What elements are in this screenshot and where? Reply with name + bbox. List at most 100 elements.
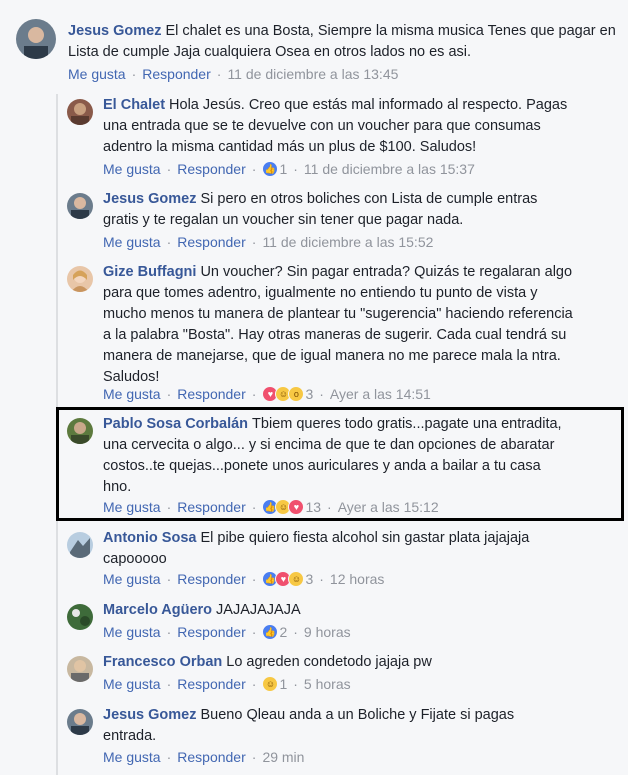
reply-button[interactable]: Responder <box>177 386 246 402</box>
reply-button[interactable]: Responder <box>177 749 246 765</box>
commenter-name[interactable]: Francesco Orban <box>103 654 222 670</box>
timestamp[interactable]: 11 de diciembre a las 15:37 <box>304 161 475 177</box>
avatar[interactable] <box>67 99 93 125</box>
reactions[interactable]: 👍 <box>262 161 279 177</box>
avatar[interactable] <box>67 709 93 735</box>
like-button[interactable]: Me gusta <box>103 499 161 515</box>
comment-text: Marcelo Agüero JAJAJAJAJA <box>103 600 563 621</box>
commenter-name[interactable]: Antonio Sosa <box>103 530 196 546</box>
separator: · <box>166 749 172 765</box>
separator: · <box>319 571 324 587</box>
reply-button[interactable]: Responder <box>177 676 246 692</box>
avatar[interactable] <box>67 193 93 219</box>
separator: · <box>319 386 324 402</box>
separator: · <box>251 571 257 587</box>
timestamp[interactable]: 11 de diciembre a las 15:52 <box>262 234 433 250</box>
reaction-count[interactable]: 3 <box>305 571 313 587</box>
comment-text: Pablo Sosa Corbalán Tbiem queres todo gra… <box>103 414 563 498</box>
reply-button[interactable]: Responder <box>142 66 211 82</box>
commenter-name[interactable]: Pablo Sosa Corbalán <box>103 416 248 432</box>
like-button[interactable]: Me gusta <box>103 386 161 402</box>
separator: · <box>251 234 257 250</box>
separator: · <box>327 499 332 515</box>
comment-body: Un voucher? Sin pagar entrada? Quizás te… <box>103 264 573 385</box>
reactions[interactable]: ☺ <box>262 676 279 692</box>
comment-text: El Chalet Hola Jesús. Creo que estás mal … <box>103 95 583 158</box>
timestamp[interactable]: 9 horas <box>304 624 351 640</box>
comment-body: Hola Jesús. Creo que estás mal informado… <box>103 97 568 155</box>
reaction-count[interactable]: 13 <box>305 499 321 515</box>
separator: · <box>251 499 257 515</box>
avatar[interactable] <box>67 418 93 444</box>
avatar[interactable] <box>67 656 93 682</box>
comment-actions: Me gusta · Responder · 👍 2 · 9 horas <box>103 624 351 640</box>
like-button[interactable]: Me gusta <box>103 624 161 640</box>
timestamp[interactable]: 12 horas <box>330 571 384 587</box>
comment-actions: Me gusta · Responder · 👍 1 · 11 de dicie… <box>103 161 475 177</box>
separator: · <box>131 66 137 82</box>
reply-button[interactable]: Responder <box>177 571 246 587</box>
separator: · <box>166 624 172 640</box>
separator: · <box>166 571 172 587</box>
comment-text: Jesus Gomez Si pero en otros boliches con… <box>103 189 558 231</box>
separator: · <box>293 161 298 177</box>
comment-actions: Me gusta · Responder · 29 min <box>103 749 304 765</box>
like-button[interactable]: Me gusta <box>103 161 161 177</box>
commenter-name[interactable]: Jesus Gomez <box>103 191 197 207</box>
timestamp[interactable]: 11 de diciembre a las 13:45 <box>227 66 398 82</box>
like-button[interactable]: Me gusta <box>103 676 161 692</box>
separator: · <box>251 161 257 177</box>
comment-actions: Me gusta · Responder · ☺ 1 · 5 horas <box>103 676 351 692</box>
haha-reaction-icon: ☺ <box>288 571 305 587</box>
commenter-name[interactable]: Marcelo Agüero <box>103 602 212 618</box>
reactions[interactable]: 👍 <box>262 624 279 640</box>
comment-body: Lo agreden condetodo jajaja pw <box>226 654 432 670</box>
avatar[interactable] <box>67 604 93 630</box>
separator: · <box>166 234 172 250</box>
timestamp[interactable]: 5 horas <box>304 676 351 692</box>
reactions[interactable]: 👍 ♥ ☺ <box>262 571 305 587</box>
avatar[interactable] <box>67 532 93 558</box>
like-button[interactable]: Me gusta <box>103 234 161 250</box>
avatar[interactable] <box>16 19 56 59</box>
reply-button[interactable]: Responder <box>177 499 246 515</box>
like-button[interactable]: Me gusta <box>68 66 126 82</box>
commenter-name[interactable]: Jesus Gomez <box>103 707 197 723</box>
comment-actions: Me gusta · Responder · 11 de diciembre a… <box>68 66 398 82</box>
reaction-count[interactable]: 1 <box>279 676 287 692</box>
comment-actions: Me gusta · Responder · 👍 ♥ ☺ 3 · 12 hora… <box>103 571 384 587</box>
reply-button[interactable]: Responder <box>177 161 246 177</box>
comment-actions: Me gusta · Responder · 11 de diciembre a… <box>103 234 433 250</box>
separator: · <box>251 676 257 692</box>
separator: · <box>293 624 298 640</box>
comment-text: Jesus Gomez Bueno Qleau anda a un Boliche… <box>103 705 543 747</box>
separator: · <box>293 676 298 692</box>
reaction-count[interactable]: 2 <box>279 624 287 640</box>
love-reaction-icon: ♥ <box>288 499 305 515</box>
separator: · <box>166 499 172 515</box>
commenter-name[interactable]: Gize Buffagni <box>103 264 196 280</box>
reply-button[interactable]: Responder <box>177 234 246 250</box>
comment-text: Jesus Gomez El chalet es una Bosta, Siemp… <box>68 21 616 63</box>
avatar[interactable] <box>67 266 93 292</box>
timestamp[interactable]: Ayer a las 14:51 <box>330 386 431 402</box>
reaction-count[interactable]: 3 <box>305 386 313 402</box>
timestamp[interactable]: Ayer a las 15:12 <box>338 499 439 515</box>
separator: · <box>166 676 172 692</box>
comment-actions: Me gusta · Responder · ♥ ☺ o 3 · Ayer a … <box>103 386 431 402</box>
like-reaction-icon: 👍 <box>262 624 279 640</box>
comment-text: Francesco Orban Lo agreden condetodo jaja… <box>103 652 563 673</box>
reaction-count[interactable]: 1 <box>279 161 287 177</box>
separator: · <box>216 66 222 82</box>
like-reaction-icon: 👍 <box>262 161 279 177</box>
timestamp[interactable]: 29 min <box>262 749 304 765</box>
like-button[interactable]: Me gusta <box>103 749 161 765</box>
commenter-name[interactable]: Jesus Gomez <box>68 23 162 39</box>
reactions[interactable]: 👍 ☺ ♥ <box>262 499 305 515</box>
reply-button[interactable]: Responder <box>177 624 246 640</box>
reactions[interactable]: ♥ ☺ o <box>262 386 305 402</box>
like-button[interactable]: Me gusta <box>103 571 161 587</box>
haha-reaction-icon: ☺ <box>262 676 279 692</box>
commenter-name[interactable]: El Chalet <box>103 97 165 113</box>
comment-actions: Me gusta · Responder · 👍 ☺ ♥ 13 · Ayer a… <box>103 499 439 515</box>
